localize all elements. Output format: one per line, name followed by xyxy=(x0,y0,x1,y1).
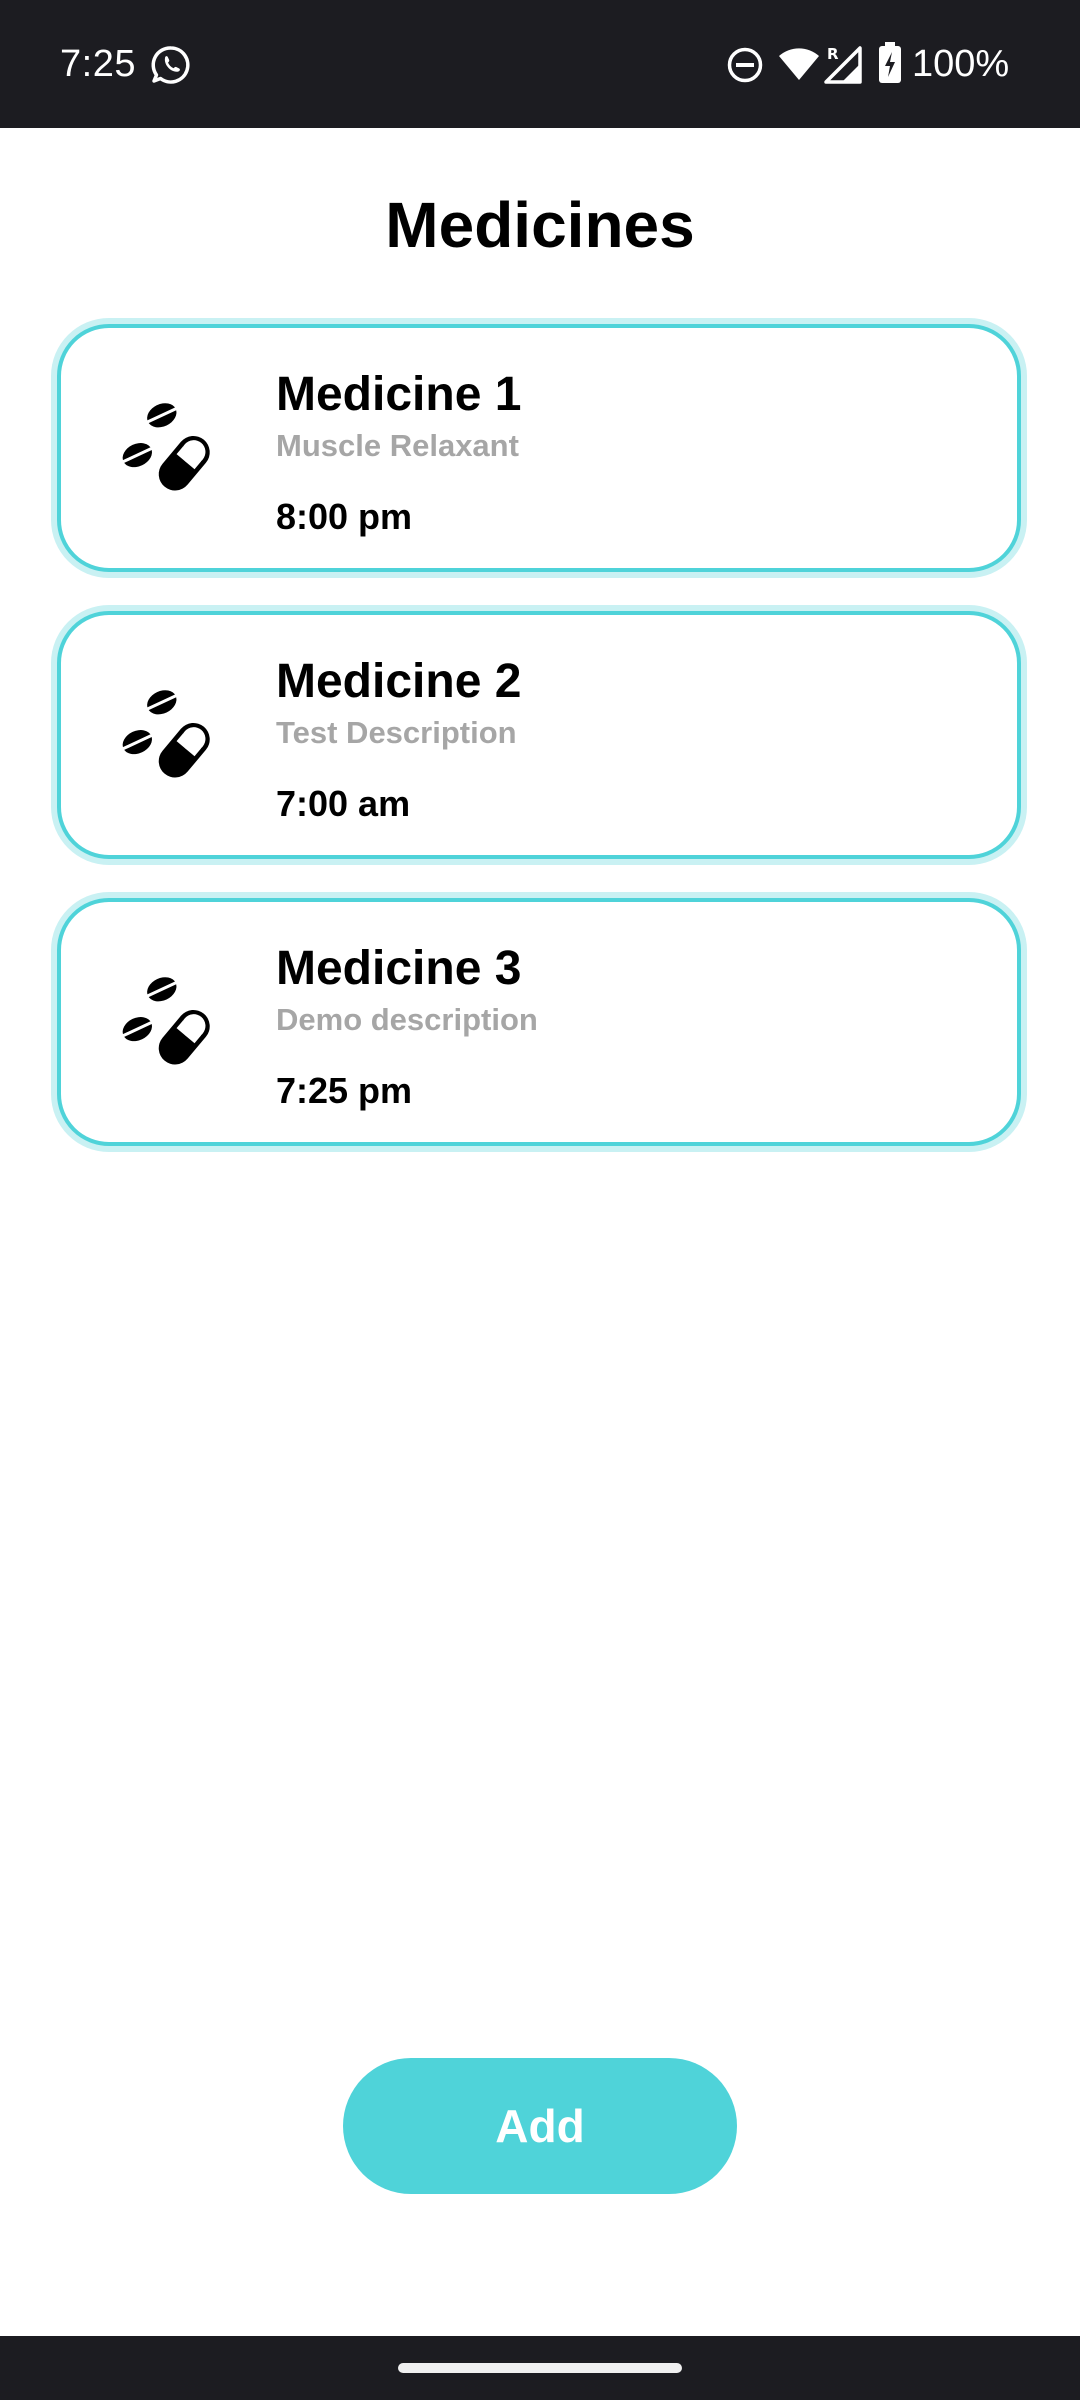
pills-icon xyxy=(121,403,210,491)
medicine-card[interactable]: Medicine 3 Demo description 7:25 pm xyxy=(57,898,1021,1146)
battery-percentage: 100% xyxy=(912,43,1010,85)
medicine-description: Muscle Relaxant xyxy=(276,428,519,463)
pills-icon xyxy=(121,977,210,1065)
home-gesture-handle[interactable] xyxy=(398,2363,682,2373)
medicine-time: 7:00 am xyxy=(276,783,411,824)
medicine-card[interactable]: Medicine 2 Test Description 7:00 am xyxy=(57,611,1021,859)
add-medicine-button[interactable]: Add xyxy=(343,2058,737,2194)
status-bar: 7:25 R 100% xyxy=(0,0,1080,128)
wifi-icon xyxy=(779,48,819,80)
page-title: Medicines xyxy=(385,189,695,261)
medicine-name: Medicine 1 xyxy=(276,368,522,421)
screen: 7:25 R 100% Medicines Medicine 1 Muscle … xyxy=(0,0,1080,2400)
medicine-list: Medicine 1 Muscle Relaxant 8:00 pm Medic… xyxy=(57,324,1021,1185)
medicine-name: Medicine 2 xyxy=(276,655,522,708)
signal-roaming-icon: R xyxy=(824,45,862,84)
status-time: 7:25 xyxy=(60,43,136,85)
medicine-description: Test Description xyxy=(276,715,517,750)
medicine-time: 8:00 pm xyxy=(276,496,413,537)
medicine-card[interactable]: Medicine 1 Muscle Relaxant 8:00 pm xyxy=(57,324,1021,572)
medicine-description: Demo description xyxy=(276,1002,538,1037)
medicine-time: 7:25 pm xyxy=(276,1070,413,1111)
pills-icon xyxy=(121,690,210,778)
svg-text:R: R xyxy=(827,45,839,63)
navigation-bar xyxy=(0,2336,1080,2400)
battery-charging-icon xyxy=(879,42,901,83)
medicine-name: Medicine 3 xyxy=(276,942,522,995)
whatsapp-icon xyxy=(151,46,190,84)
do-not-disturb-icon xyxy=(727,47,763,83)
